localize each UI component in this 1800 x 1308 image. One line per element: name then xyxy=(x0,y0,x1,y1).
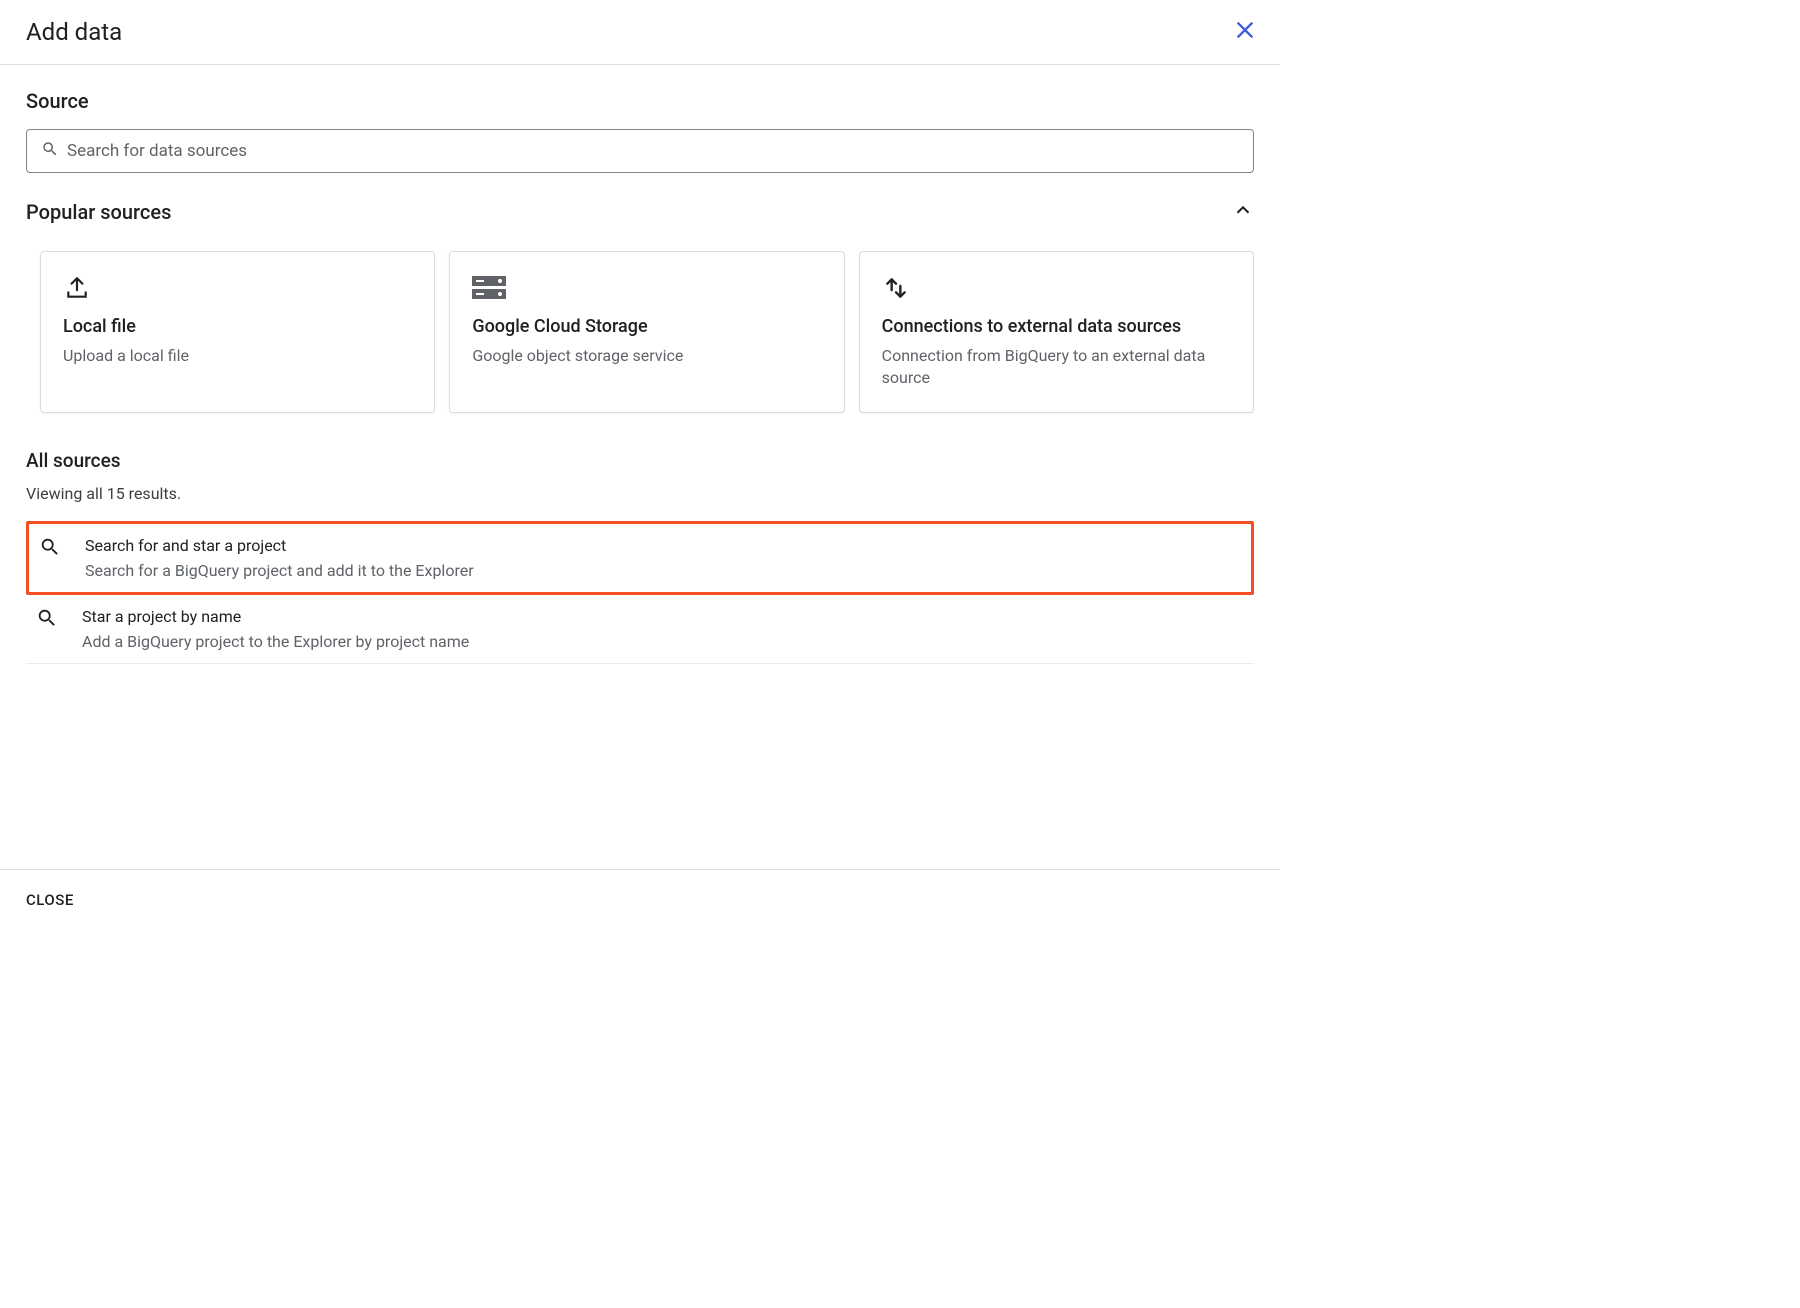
list-item-search-star-project[interactable]: Search for and star a project Search for… xyxy=(26,521,1254,595)
close-button[interactable]: CLOSE xyxy=(26,891,74,909)
list-item-desc: Add a BigQuery project to the Explorer b… xyxy=(82,632,469,651)
search-icon xyxy=(41,140,59,162)
dialog-title: Add data xyxy=(26,18,122,46)
popular-sources-label: Popular sources xyxy=(26,200,171,224)
content-scroll[interactable]: Source Popular sources xyxy=(0,65,1280,869)
card-desc: Connection from BigQuery to an external … xyxy=(882,345,1231,390)
storage-icon xyxy=(472,274,821,302)
search-icon xyxy=(36,607,64,633)
chevron-up-icon xyxy=(1232,199,1254,225)
card-desc: Upload a local file xyxy=(63,345,412,367)
card-desc: Google object storage service xyxy=(472,345,821,367)
card-local-file[interactable]: Local file Upload a local file xyxy=(40,251,435,413)
card-title: Local file xyxy=(63,316,412,337)
source-label: Source xyxy=(26,89,1254,113)
search-input[interactable] xyxy=(67,141,1239,161)
search-icon xyxy=(39,536,67,562)
card-title: Google Cloud Storage xyxy=(472,316,821,337)
all-sources-viewing: Viewing all 15 results. xyxy=(26,484,1254,503)
search-box[interactable] xyxy=(26,129,1254,173)
upload-icon xyxy=(63,274,412,302)
popular-sources-toggle[interactable]: Popular sources xyxy=(0,173,1280,225)
list-item-desc: Search for a BigQuery project and add it… xyxy=(85,561,474,580)
popular-cards-row: Local file Upload a local file Google Cl… xyxy=(0,225,1280,413)
list-item-title: Star a project by name xyxy=(82,607,469,626)
exchange-icon xyxy=(882,274,1231,302)
dialog-footer: CLOSE xyxy=(0,869,1280,929)
all-sources-label: All sources xyxy=(26,449,1254,472)
card-gcs[interactable]: Google Cloud Storage Google object stora… xyxy=(449,251,844,413)
dialog-header: Add data xyxy=(0,0,1280,65)
all-sources-list: Search for and star a project Search for… xyxy=(26,521,1254,664)
card-external-connections[interactable]: Connections to external data sources Con… xyxy=(859,251,1254,413)
list-item-title: Search for and star a project xyxy=(85,536,474,555)
list-item-star-by-name[interactable]: Star a project by name Add a BigQuery pr… xyxy=(26,595,1254,664)
scroll-spacer xyxy=(0,664,1280,869)
close-icon[interactable] xyxy=(1234,19,1256,45)
card-title: Connections to external data sources xyxy=(882,316,1231,337)
